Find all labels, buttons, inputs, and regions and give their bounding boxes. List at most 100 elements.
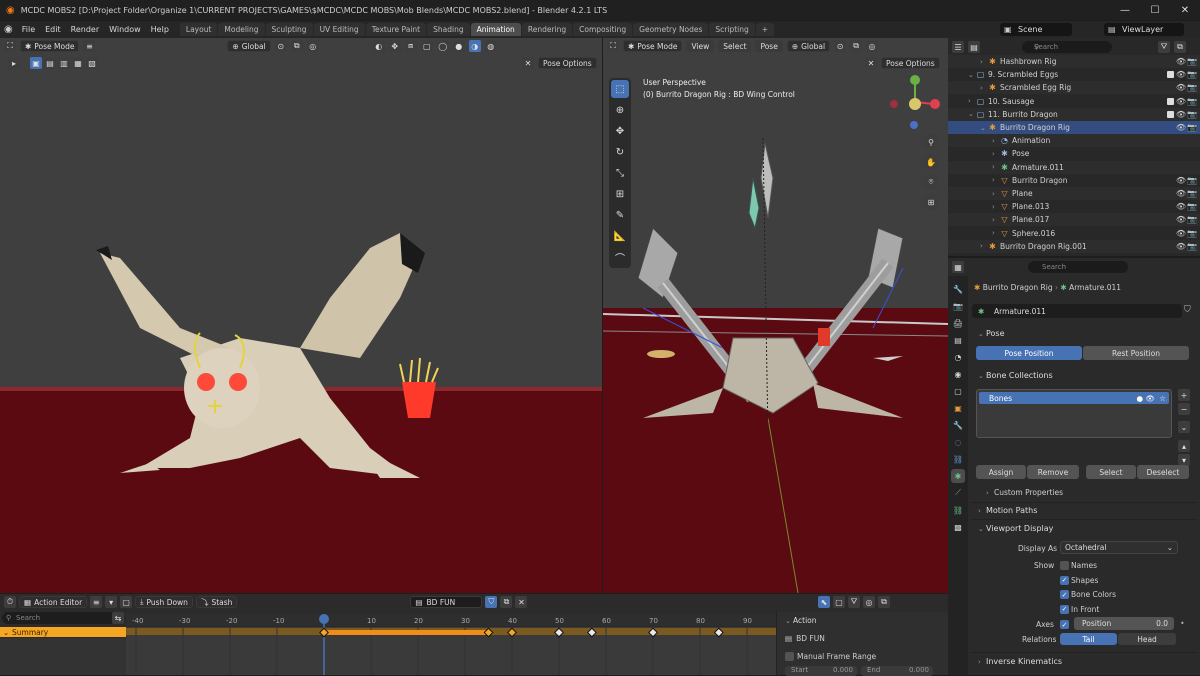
tab-uv-editing[interactable]: UV Editing <box>313 23 365 36</box>
visibility-eye-icon[interactable]: 👁 <box>1176 123 1186 132</box>
visibility-eye-icon[interactable]: 👁 <box>1176 110 1186 119</box>
bone-collection-item[interactable]: Bones ● 👁 ☆ <box>979 392 1169 404</box>
disclosure-icon[interactable]: › <box>992 203 1000 211</box>
display-mode-icon[interactable]: ▤ <box>968 41 980 53</box>
axes-position-slider[interactable]: Position 0.0 <box>1074 617 1174 630</box>
viewport-display-header[interactable]: ⌄ Viewport Display <box>978 524 1053 533</box>
tab-rendering[interactable]: Rendering <box>521 23 573 36</box>
outliner-row[interactable]: › ✱ Burrito Dragon Rig.001 👁 📷 <box>948 239 1200 253</box>
scale-icon[interactable]: ⤡ <box>611 164 629 182</box>
cursor-icon[interactable]: ⊕ <box>611 101 629 119</box>
render-camera-icon[interactable]: 📷 <box>1187 57 1197 66</box>
push-down-button[interactable]: ⤓ Push Down <box>135 596 193 608</box>
tab-modeling[interactable]: Modeling <box>218 23 265 36</box>
star-icon[interactable]: ☆ <box>1159 394 1166 403</box>
tab-texture-paint[interactable]: Texture Paint <box>365 23 427 36</box>
visibility-eye-icon[interactable]: 👁 <box>1176 57 1186 66</box>
keyframe-marker[interactable] <box>554 627 564 638</box>
gizmo-icon[interactable]: ✥ <box>388 40 401 52</box>
layer-prev-icon[interactable]: ▢ <box>120 596 133 608</box>
maximize-button[interactable]: ☐ <box>1140 0 1170 20</box>
menu-select[interactable]: Select <box>718 40 752 52</box>
navigation-gizmo[interactable] <box>888 72 943 132</box>
disclosure-icon[interactable]: › <box>992 150 1000 158</box>
select-subtract-icon[interactable]: ▥ <box>58 57 70 69</box>
properties-editor-icon[interactable]: ▦ <box>952 261 964 273</box>
right-viewport[interactable]: ⛶ ✱ Pose Mode View Select Pose ⊕ Global ⊙ … <box>603 38 948 593</box>
camera-view-icon[interactable]: ⌾ <box>923 174 939 190</box>
outliner-row[interactable]: › ▢ 10. Sausage 👁 📷 <box>948 95 1200 108</box>
minimize-button[interactable]: — <box>1110 0 1140 20</box>
render-tab-icon[interactable]: 📷 <box>951 299 965 313</box>
menu-hamburger-icon[interactable]: ≡ <box>90 596 103 608</box>
collapse-icon[interactable]: ▸ <box>8 57 20 69</box>
pan-hand-icon[interactable]: ✋ <box>923 154 939 170</box>
editor-type-icon[interactable]: ⏱ <box>4 596 16 608</box>
move-up-icon[interactable]: ▴ <box>1178 440 1190 452</box>
visibility-eye-icon[interactable]: 👁 <box>1176 83 1186 92</box>
exclude-checkbox[interactable] <box>1167 71 1174 79</box>
outliner-row[interactable]: › ▽ Plane 👁 📷 <box>948 187 1200 200</box>
transform-icon[interactable]: ⊞ <box>611 185 629 203</box>
measure-icon[interactable]: 📐 <box>611 227 629 245</box>
visibility-eye-icon[interactable]: 👁 <box>1176 176 1186 185</box>
select-invert-icon[interactable]: ▦ <box>72 57 84 69</box>
menu-pose[interactable]: Pose <box>755 40 783 52</box>
shading-material-icon[interactable]: ◑ <box>468 40 481 52</box>
pivot-icon[interactable]: ⊙ <box>274 40 287 52</box>
editor-type-icon[interactable]: ⛶ <box>4 40 16 52</box>
proportional-icon[interactable]: ◎ <box>306 40 319 52</box>
outliner-row[interactable]: ⌄ ▢ 9. Scrambled Eggs 👁 📷 <box>948 68 1200 81</box>
scene-tab-icon[interactable]: ◔ <box>951 350 965 364</box>
visibility-eye-icon[interactable]: 👁 <box>1176 215 1186 224</box>
pose-options-dropdown[interactable]: Pose Options <box>538 57 597 69</box>
keyframe-marker[interactable] <box>507 627 517 638</box>
playhead-handle[interactable] <box>319 614 329 624</box>
snap-icon[interactable]: ⧉ <box>878 596 890 608</box>
action-panel-header[interactable]: ⌄ Action <box>785 616 817 625</box>
tab-shading[interactable]: Shading <box>427 23 470 36</box>
render-camera-icon[interactable]: 📷 <box>1187 189 1197 198</box>
outliner-row[interactable]: ⌄ ✱ Burrito Dragon Rig 👁 📷 <box>948 121 1200 134</box>
disclosure-icon[interactable]: › <box>992 137 1000 145</box>
properties-search-input[interactable]: Search <box>1028 261 1128 273</box>
tab-compositing[interactable]: Compositing <box>573 23 633 36</box>
disclosure-icon[interactable]: › <box>980 242 988 250</box>
tab-scripting[interactable]: Scripting <box>709 23 755 36</box>
outliner-row[interactable]: › ▽ Sphere.016 👁 📷 <box>948 227 1200 240</box>
specials-chevron-down-icon[interactable]: ⌄ <box>1178 421 1190 433</box>
outliner-row[interactable]: ⌄ ▢ 11. Burrito Dragon 👁 📷 <box>948 107 1200 121</box>
visibility-eye-icon[interactable]: 👁 <box>1176 202 1186 211</box>
disclosure-icon[interactable]: › <box>992 229 1000 237</box>
bone-collections-list[interactable]: Bones ● 👁 ☆ <box>976 389 1172 438</box>
disclosure-icon[interactable]: › <box>992 163 1000 171</box>
show-option-checkbox[interactable]: ✓ <box>1060 575 1069 585</box>
render-camera-icon[interactable]: 📷 <box>1187 123 1197 132</box>
exclude-checkbox[interactable] <box>1167 97 1174 105</box>
mode-dropdown[interactable]: ✱ Pose Mode <box>623 40 683 52</box>
visibility-eye-icon[interactable]: 👁 <box>1176 97 1186 106</box>
keyframe-marker[interactable] <box>586 627 597 638</box>
disclosure-icon[interactable]: › <box>980 84 988 92</box>
menu-edit[interactable]: Edit <box>40 25 66 34</box>
outliner-row[interactable]: › ✱ Pose <box>948 147 1200 160</box>
bone-tab-icon[interactable]: ⟋ <box>951 486 965 500</box>
orientation-dropdown[interactable]: ⊕ Global <box>227 40 271 52</box>
filter-icon[interactable]: ⛛ <box>848 596 860 608</box>
action-sidebar-name[interactable]: ▤ BD FUN <box>785 634 825 643</box>
render-camera-icon[interactable]: 📷 <box>1187 70 1197 79</box>
select-extend-icon[interactable]: ▤ <box>44 57 56 69</box>
deselect-button[interactable]: Deselect <box>1137 465 1189 479</box>
modifier-tab-icon[interactable]: 🔧 <box>951 418 965 432</box>
eye-icon[interactable]: 👁 <box>1145 394 1155 403</box>
visibility-eye-icon[interactable]: 👁 <box>1176 70 1186 79</box>
bone-collections-header[interactable]: ⌄ Bone Collections <box>978 371 1053 380</box>
new-action-icon[interactable]: ⧉ <box>500 596 513 608</box>
render-camera-icon[interactable]: 📷 <box>1187 229 1197 238</box>
move-icon[interactable]: ✥ <box>611 122 629 140</box>
menu-view[interactable]: View <box>686 40 715 52</box>
select-box-icon[interactable]: ⬚ <box>611 80 629 98</box>
keyframe-dot-icon[interactable]: • <box>1180 619 1185 628</box>
select-button[interactable]: Select <box>1086 465 1136 479</box>
select-intersect-icon[interactable]: ▧ <box>86 57 98 69</box>
